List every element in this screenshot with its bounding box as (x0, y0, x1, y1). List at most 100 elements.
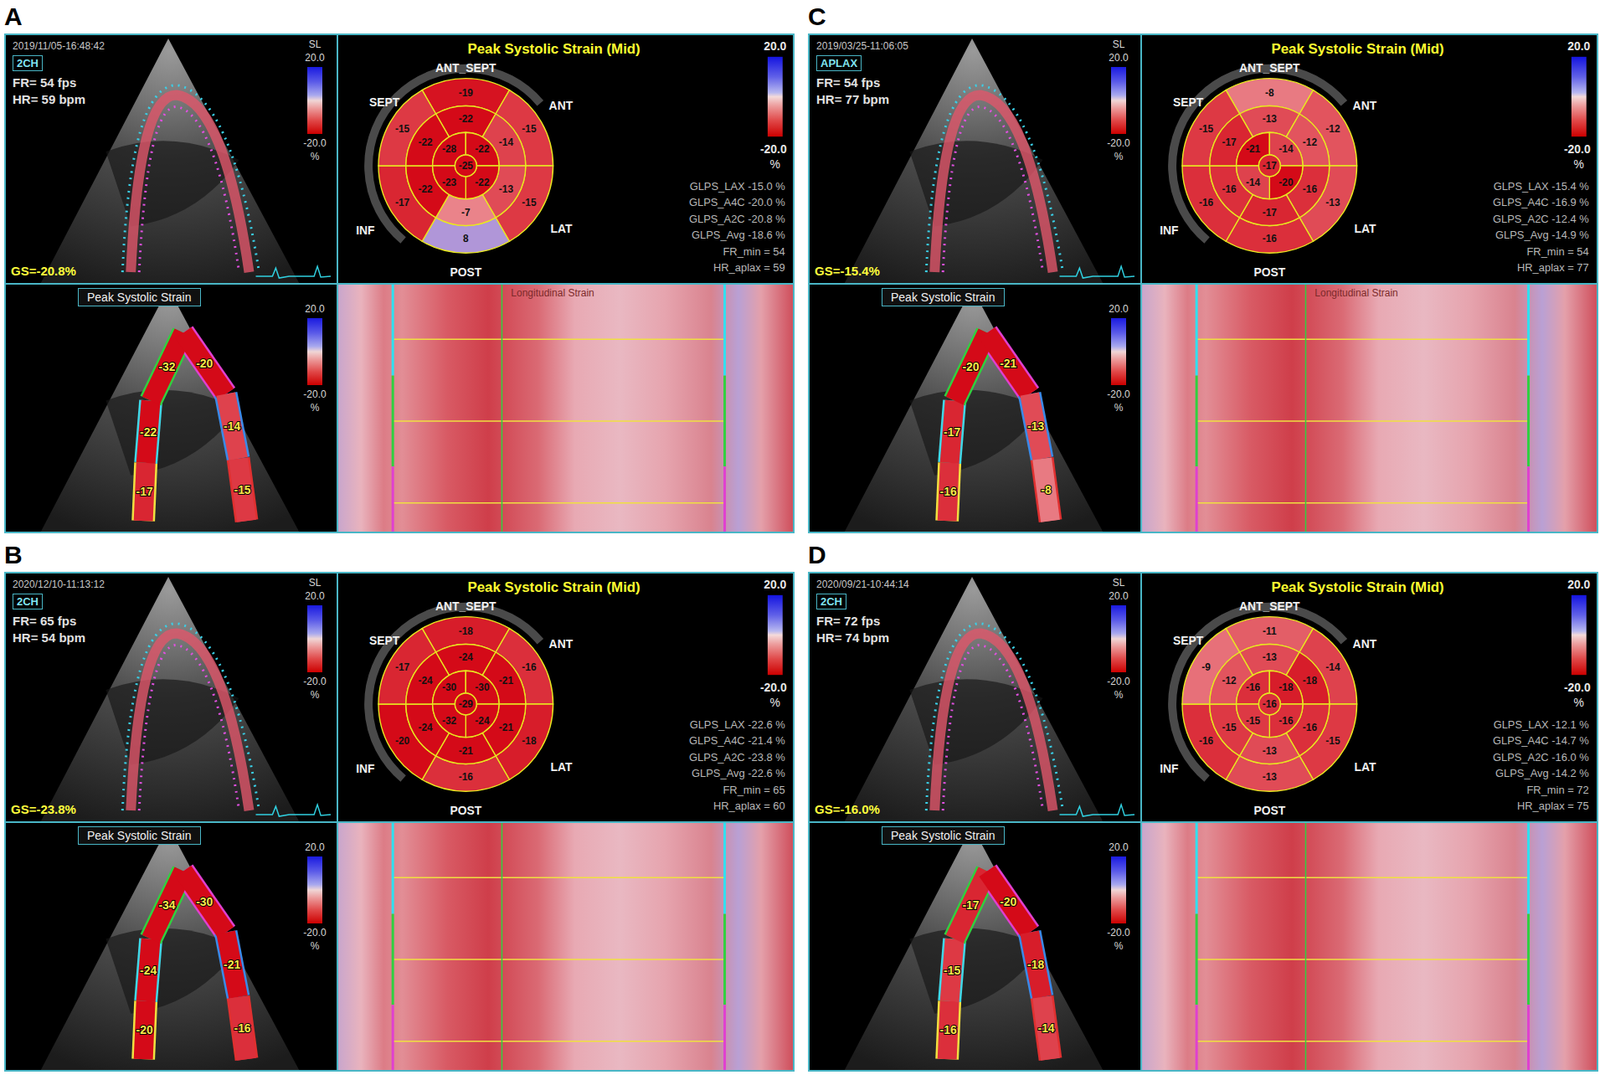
wall-label: POST (449, 265, 482, 279)
segment-value: -24 (418, 674, 434, 687)
scale-max: 20.0 (1567, 39, 1590, 53)
echo-image: -16-17-20-21-13-8 (809, 284, 1141, 532)
segment-view: -16-17-20-21-13-8Peak Systolic Strain20.… (808, 283, 1142, 533)
segment-value: -24 (418, 721, 434, 734)
marker-line (723, 375, 726, 468)
color-scale-bar (767, 56, 783, 137)
wall-label: POST (1253, 803, 1286, 818)
segment-value: -32 (442, 715, 458, 727)
frame-rate: FR= 72 fps (816, 613, 880, 628)
segment-outline (987, 332, 1030, 394)
cavity (909, 928, 1043, 1014)
strain-stat: GLPS_A4C -16.9 % (1492, 195, 1590, 209)
echo-view: 2020/12/10-11:13:122CHFR= 65 fpsHR= 54 b… (5, 572, 338, 823)
heatmap-grid (338, 823, 793, 1071)
heart-rate: HR= 74 bpm (816, 630, 890, 645)
segment-value: -18 (458, 625, 474, 638)
segment-value: -13 (1027, 419, 1045, 433)
marker-line (1527, 823, 1530, 915)
global-strain: GS=-15.4% (814, 263, 880, 278)
segment-value: -22 (458, 113, 474, 125)
wall-label: INF (1159, 761, 1179, 776)
strain-stat: HR_aplax = 77 (1517, 261, 1590, 274)
scale-unit: % (770, 695, 781, 710)
scale-min: -20.0 (1101, 926, 1136, 939)
segment-value: -13 (1262, 771, 1278, 783)
segment-value: -11 (1262, 625, 1277, 638)
scale-unit: % (298, 940, 332, 952)
strain-report: 2020/09/21-10:44:142CHFR= 72 fpsHR= 74 b… (807, 571, 1599, 1072)
chart-title: Peak Systolic Strain (Mid) (1270, 579, 1444, 596)
cavity (105, 928, 239, 1014)
bullseye-chart: Peak Systolic Strain (Mid)-19-15-158-17-… (338, 35, 793, 283)
strain-stat: GLPS_LAX -12.1 % (1493, 718, 1590, 731)
timestamp: 2019/11/05-16:48:42 (12, 40, 105, 52)
figure-panel: B2020/12/10-11:13:122CHFR= 65 fpsHR= 54 … (4, 538, 795, 1072)
lv-inner-trace (942, 106, 1043, 273)
lv-inner-trace (138, 644, 239, 811)
scale-max: 20.0 (763, 577, 787, 592)
grid-line (392, 958, 725, 961)
time-cursor (1305, 823, 1307, 1071)
color-scale-bar (1111, 318, 1127, 386)
segment-value: -18 (521, 735, 537, 747)
segment-value: -13 (1262, 113, 1278, 125)
view-label: Peak Systolic Strain (881, 826, 1005, 845)
segment-outline (183, 332, 227, 394)
color-scale-bar (767, 595, 783, 675)
segment-value: -30 (474, 681, 490, 694)
echo-view: 2019/03/25-11:06:05APLAXFR= 54 fpsHR= 77… (808, 34, 1142, 284)
segment-outline (987, 870, 1030, 932)
image-ground (809, 35, 1141, 283)
lv-outer-trace (926, 623, 1063, 811)
strain-heatmap (1142, 823, 1597, 1071)
figure-panel: C2019/03/25-11:06:05APLAXFR= 54 fpsHR= 7… (807, 0, 1599, 534)
segment-value: -20 (999, 895, 1017, 909)
segment-value: -17 (1262, 159, 1278, 172)
scale-max: 20.0 (1567, 577, 1590, 592)
segment-value: -14 (1325, 661, 1341, 674)
segment-value: -17 (136, 484, 154, 499)
scale-min: -20.0 (1101, 137, 1136, 150)
segment-value: -16 (940, 484, 957, 499)
segment-value: -14 (223, 419, 241, 433)
segment-value: -24 (474, 715, 490, 727)
strain-map: Longitudinal Strain (1141, 283, 1598, 533)
grid-line (1196, 876, 1528, 879)
wall-label: SEPT (369, 95, 401, 109)
heart-rate: HR= 77 bpm (816, 92, 890, 107)
segment-value: -8 (1265, 87, 1275, 99)
echo-image: -20-24-34-30-21-16 (5, 823, 337, 1071)
segment-value: -15 (1325, 735, 1341, 747)
marker-line (1195, 466, 1199, 533)
image-ground (5, 823, 337, 1071)
lv-outer-trace (122, 623, 259, 811)
segment-value: -22 (474, 176, 490, 189)
segment-value: -20 (195, 356, 213, 371)
lv-trace (934, 94, 1053, 273)
ultrasound-sector (41, 38, 299, 283)
image-ground (5, 35, 337, 283)
segment-value: -13 (1262, 651, 1278, 664)
segment-outline (954, 332, 988, 401)
marker-line (723, 914, 726, 1006)
color-scale-bar (307, 605, 323, 673)
segment-value: -16 (521, 661, 537, 674)
segment-value: -16 (1198, 196, 1215, 209)
strain-stat: GLPS_LAX -22.6 % (689, 718, 787, 731)
strain-stat: FR_min = 54 (722, 245, 785, 258)
segment-value: -14 (1278, 143, 1294, 155)
strain-stat: GLPS_A2C -23.8 % (689, 751, 786, 764)
marker-line (391, 466, 395, 533)
scale-max: 20.0 (1101, 51, 1136, 64)
heatmap-title: Longitudinal Strain (1314, 287, 1398, 299)
strain-stat: GLPS_A2C -16.0 % (1492, 751, 1590, 764)
scale-unit: % (1574, 695, 1585, 710)
segment-value: -28 (442, 143, 458, 155)
strain-report: 2019/03/25-11:06:05APLAXFR= 54 fpsHR= 77… (807, 33, 1599, 534)
segment-value: -17 (395, 661, 411, 674)
marker-line (391, 914, 395, 1006)
strain-stat: FR_min = 65 (722, 783, 785, 797)
segment-value: -14 (499, 136, 515, 149)
grid-line (1196, 420, 1528, 422)
